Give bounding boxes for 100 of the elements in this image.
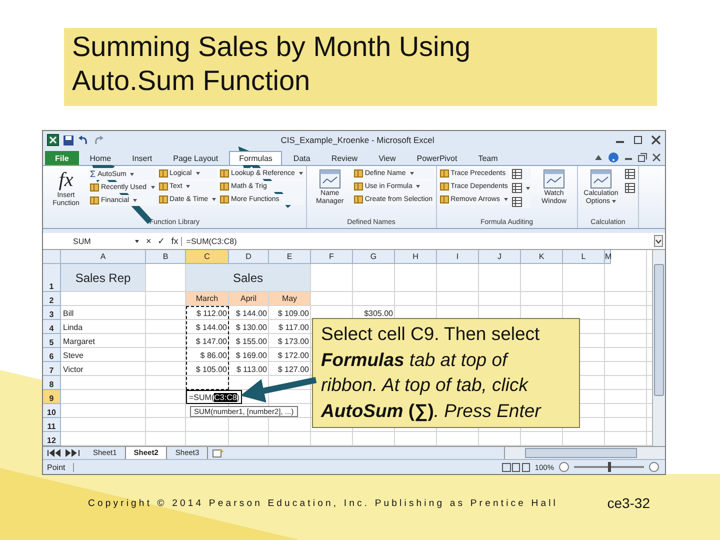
- book-icon: [354, 169, 363, 178]
- vertical-scrollbar[interactable]: [652, 250, 665, 446]
- zoom-out-icon[interactable]: [559, 462, 569, 472]
- window-title: CIS_Example_Kroenke - Microsoft Excel: [280, 135, 436, 145]
- row-header[interactable]: 2: [43, 292, 61, 306]
- sheet-icon: [624, 183, 635, 193]
- function-icon: fx: [58, 169, 74, 191]
- formula-button[interactable]: ×: [143, 236, 154, 246]
- restore-icon[interactable]: [638, 152, 647, 162]
- table-cell: May: [269, 292, 310, 305]
- table-cell-text: $ 172.00: [276, 350, 310, 362]
- ribbon-icon-button[interactable]: [624, 168, 636, 180]
- table-cell-text: $ 169.00: [234, 350, 268, 362]
- row-header[interactable]: 4: [43, 320, 61, 334]
- formula-button[interactable]: ✓: [154, 236, 168, 246]
- name-box[interactable]: SUM: [43, 236, 135, 246]
- table-cell-text: $ 147.00: [194, 336, 228, 348]
- book-icon: [158, 169, 168, 178]
- sheet-icon: [512, 197, 522, 207]
- formula-field[interactable]: =SUM(C3:C8): [181, 236, 652, 246]
- table-cell-text: $ 105.00: [194, 364, 228, 376]
- table-cell-text: $ 86.00: [199, 350, 228, 362]
- row-header[interactable]: 9: [43, 390, 61, 404]
- column-header[interactable]: J: [479, 250, 521, 264]
- row-header[interactable]: 10: [43, 404, 61, 418]
- table-cell-text: $ 109.00: [276, 308, 310, 320]
- status-mode: Point: [47, 462, 74, 472]
- book-icon: [158, 195, 168, 204]
- table-cell-text: $ 113.00: [235, 364, 268, 376]
- book-icon: [158, 182, 168, 191]
- formula-button[interactable]: fx: [168, 236, 182, 246]
- column-header[interactable]: L: [563, 250, 605, 264]
- book-icon: [90, 196, 99, 205]
- view-buttons-icon[interactable]: [502, 462, 530, 472]
- maximize-icon[interactable]: [633, 135, 643, 145]
- row-header[interactable]: 1: [43, 264, 61, 292]
- row-header[interactable]: 8: [43, 376, 61, 390]
- ribbon-tab[interactable]: Formulas: [229, 151, 282, 165]
- horizontal-scrollbar[interactable]: [504, 447, 665, 459]
- collapse-ribbon-icon[interactable]: [594, 152, 603, 162]
- caret-icon: [135, 240, 139, 242]
- new-sheet-icon[interactable]: [212, 448, 224, 458]
- save-icon[interactable]: [63, 134, 74, 146]
- column-header[interactable]: K: [521, 250, 563, 264]
- column-header[interactable]: B: [146, 250, 186, 264]
- table-cell: Sales: [186, 264, 310, 291]
- table-cell-text: $ 144.00: [194, 322, 228, 334]
- table-cell-text: $ 127.00: [276, 364, 310, 376]
- ribbon-icon-button[interactable]: [624, 182, 636, 194]
- table-cell-text: Linda: [62, 322, 84, 334]
- callout-note: Select cell C9. Then select Formulas tab at top of ribbon. At top of tab, click AutoSum (∑). Press Enter: [312, 318, 580, 428]
- column-header[interactable]: A: [61, 250, 146, 264]
- column-header[interactable]: I: [437, 250, 479, 264]
- window-icon: [542, 169, 565, 189]
- column-header[interactable]: G: [353, 250, 395, 264]
- zoom-in-icon[interactable]: [649, 462, 659, 472]
- ribbon-tab[interactable]: File: [45, 151, 79, 165]
- table-cell: April: [229, 292, 268, 305]
- column-header[interactable]: C: [186, 250, 229, 264]
- book-icon: [440, 169, 449, 178]
- row-header[interactable]: 6: [43, 348, 61, 362]
- row-header[interactable]: 7: [43, 362, 61, 376]
- table-cell-text: Victor: [62, 364, 84, 376]
- sheet-navigation-icon[interactable]: [47, 449, 81, 457]
- table-cell-text: $ 155.00: [234, 336, 268, 348]
- column-header[interactable]: D: [229, 250, 269, 264]
- spreadsheet-logo-icon[interactable]: [47, 134, 59, 146]
- slide-title: Summing Sales by Month Using Auto.Sum Function: [72, 30, 472, 98]
- table-cell: March: [186, 292, 228, 305]
- row-header[interactable]: 11: [43, 418, 61, 432]
- book-icon: [220, 195, 230, 204]
- help-icon[interactable]: [608, 152, 619, 162]
- close-icon[interactable]: [651, 135, 661, 145]
- close-icon[interactable]: [652, 152, 661, 162]
- table-cell-text: $ 112.00: [195, 308, 228, 320]
- undo-icon[interactable]: [78, 134, 89, 146]
- page-number: ce3-32: [607, 495, 650, 511]
- column-header[interactable]: M: [605, 250, 611, 264]
- column-header[interactable]: E: [269, 250, 311, 264]
- sigma-icon: Σ: [90, 169, 96, 179]
- window-icon: [318, 169, 341, 189]
- sheet-icon: [512, 169, 522, 179]
- row-header[interactable]: 12: [43, 432, 61, 446]
- book-icon: [440, 182, 449, 191]
- column-header[interactable]: F: [311, 250, 353, 264]
- column-header[interactable]: H: [395, 250, 437, 264]
- row-header[interactable]: 5: [43, 334, 61, 348]
- expand-icon[interactable]: [654, 235, 663, 247]
- book-icon: [220, 169, 230, 178]
- sheet-icon: [624, 169, 635, 179]
- ribbon-icon-button[interactable]: [510, 196, 531, 208]
- editing-cell[interactable]: =SUM(C3:C8): [186, 390, 242, 404]
- table-cell-text: $ 130.00: [234, 322, 268, 334]
- table-cell-text: $ 173.00: [276, 336, 310, 348]
- zoom-slider-thumb[interactable]: [608, 462, 611, 472]
- book-icon: [90, 183, 99, 192]
- table-cell-text: $ 117.00: [277, 322, 310, 334]
- copyright-text: Copyright © 2014 Pearson Education, Inc. Publishing as Prentice Hall: [88, 498, 558, 508]
- row-header[interactable]: 3: [43, 306, 61, 320]
- ribbon-icon-button[interactable]: [510, 168, 531, 180]
